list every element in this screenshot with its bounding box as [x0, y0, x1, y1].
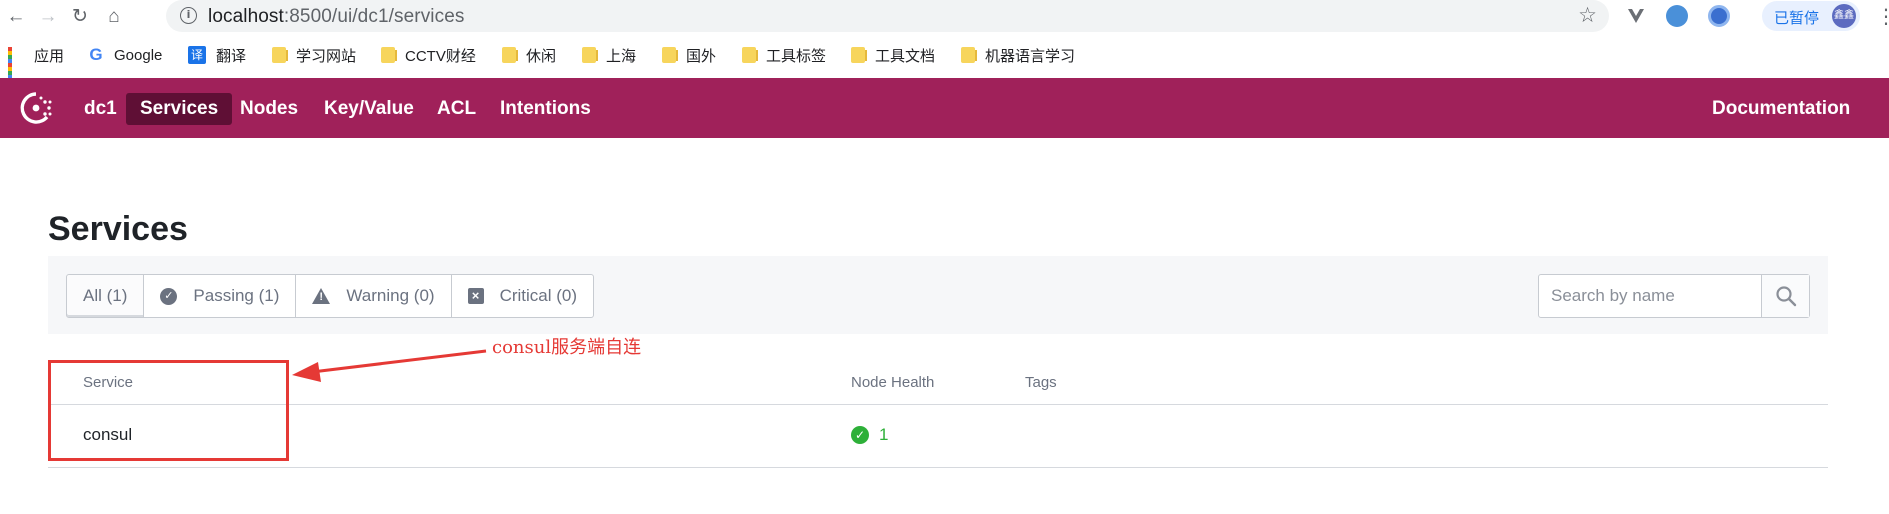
filter-tab-label: Passing (1) [193, 286, 280, 305]
bookmark-label: 工具标签 [766, 47, 827, 65]
search-button[interactable] [1761, 275, 1809, 317]
bookmark-folder[interactable]: 国外 [662, 45, 716, 65]
bookmark-label: 学习网站 [296, 47, 357, 65]
bookmark-apps[interactable]: 应用 [8, 45, 65, 83]
bookmark-label: 上海 [606, 47, 637, 65]
datacenter-selector[interactable]: dc1 [70, 93, 131, 125]
bookmark-folder[interactable]: CCTV财经 [381, 45, 476, 65]
bookmark-folder[interactable]: 机器语言学习 [961, 45, 1075, 65]
folder-icon [742, 47, 758, 63]
apps-grid-icon [8, 47, 24, 83]
forward-arrow-icon[interactable]: → [36, 4, 60, 28]
status-filter-tabs: All (1) ✓ Passing (1) Warning (0) × Crit… [66, 274, 595, 318]
nav-services[interactable]: Services [126, 93, 233, 125]
nav-documentation[interactable]: Documentation [1698, 93, 1864, 125]
nav-key-value[interactable]: Key/Value [310, 93, 428, 125]
bookmark-folder[interactable]: 上海 [582, 45, 636, 65]
extension-browser-icon[interactable] [1666, 5, 1688, 27]
browser-menu-icon[interactable]: ⋮ [1876, 4, 1889, 29]
filter-tab-label: Critical (0) [499, 286, 578, 305]
url-text[interactable]: localhost:8500/ui/dc1/services [208, 6, 464, 28]
search-icon [1775, 286, 1796, 307]
google-icon: G [89, 45, 103, 64]
bookmark-label: 翻译 [216, 47, 247, 65]
table-row[interactable]: consul ✓ 1 [48, 405, 1828, 468]
node-health-count: 1 [879, 425, 889, 444]
bookmark-folder[interactable]: 工具标签 [742, 45, 826, 65]
search-box [1538, 274, 1810, 318]
bookmark-folder[interactable]: 休闲 [502, 45, 556, 65]
annotation-text: consul服务端自连 [492, 337, 642, 358]
bookmark-label: 应用 [34, 47, 65, 65]
column-header-node-health[interactable]: Node Health [851, 374, 934, 391]
folder-icon [662, 47, 678, 63]
site-info-icon[interactable]: i [180, 7, 197, 24]
folder-icon [851, 47, 867, 63]
node-health-cell: ✓ 1 [851, 425, 888, 445]
translate-icon: 译 [188, 46, 206, 64]
avatar: 鑫鑫 [1832, 4, 1856, 28]
filter-tab-critical[interactable]: × Critical (0) [451, 274, 595, 318]
nav-intentions[interactable]: Intentions [486, 93, 605, 125]
check-circle-icon: ✓ [160, 287, 178, 305]
home-icon[interactable]: ⌂ [102, 4, 126, 28]
bookmark-google[interactable]: G Google [88, 45, 162, 65]
url-path: :8500/ui/dc1/services [283, 6, 465, 27]
back-arrow-icon[interactable]: ← [4, 4, 28, 28]
bookmark-star-icon[interactable]: ☆ [1578, 3, 1597, 28]
extension-vue-icon[interactable] [1625, 5, 1647, 27]
search-input[interactable] [1539, 275, 1763, 317]
filter-tab-all[interactable]: All (1) [66, 274, 145, 318]
nav-nodes[interactable]: Nodes [226, 93, 312, 125]
extension-translate-icon[interactable] [1708, 5, 1730, 27]
bookmark-translate[interactable]: 译翻译 [188, 45, 246, 65]
folder-icon [502, 47, 518, 63]
profile-chip[interactable]: 已暂停 鑫鑫 [1762, 1, 1860, 31]
reload-icon[interactable]: ↻ [68, 4, 92, 28]
filter-bar: All (1) ✓ Passing (1) Warning (0) × Crit… [48, 256, 1828, 334]
nav-acl[interactable]: ACL [423, 93, 490, 125]
bookmark-label: Google [114, 46, 163, 64]
bookmark-folder[interactable]: 工具文档 [851, 45, 935, 65]
bookmark-label: 国外 [686, 47, 717, 65]
bookmark-label: CCTV财经 [405, 47, 476, 65]
warning-icon [312, 288, 331, 304]
folder-icon [961, 47, 977, 63]
page-title: Services [48, 210, 188, 248]
filter-tab-label: All (1) [83, 286, 128, 305]
filter-tab-warning[interactable]: Warning (0) [296, 274, 452, 318]
table-header: Service Node Health Tags [48, 360, 1828, 405]
bookmark-label: 机器语言学习 [985, 47, 1076, 65]
profile-status: 已暂停 [1774, 10, 1820, 27]
bookmark-label: 工具文档 [875, 47, 936, 65]
bookmarks-bar: 应用 G Google 译翻译 学习网站 CCTV财经 休闲 上海 国外 工具标签… [0, 32, 1889, 83]
consul-top-nav: dc1 Services Nodes Key/Value ACL Intenti… [0, 78, 1889, 138]
bookmark-label: 休闲 [526, 47, 557, 65]
folder-icon [381, 47, 397, 63]
filter-tab-passing[interactable]: ✓ Passing (1) [144, 274, 297, 318]
folder-icon [272, 47, 288, 63]
column-header-tags[interactable]: Tags [1025, 374, 1057, 391]
bookmark-folder[interactable]: 学习网站 [272, 45, 356, 65]
browser-toolbar: ← → ↻ ⌂ i localhost:8500/ui/dc1/services… [0, 0, 1889, 32]
x-square-icon: × [467, 288, 484, 304]
url-host: localhost [208, 6, 284, 27]
annotation-highlight-box [48, 360, 289, 461]
passing-check-icon: ✓ [851, 426, 869, 444]
consul-logo-icon[interactable] [18, 90, 54, 126]
filter-tab-label: Warning (0) [346, 286, 435, 305]
address-bar[interactable]: i localhost:8500/ui/dc1/services ☆ [166, 0, 1609, 32]
folder-icon [582, 47, 598, 63]
